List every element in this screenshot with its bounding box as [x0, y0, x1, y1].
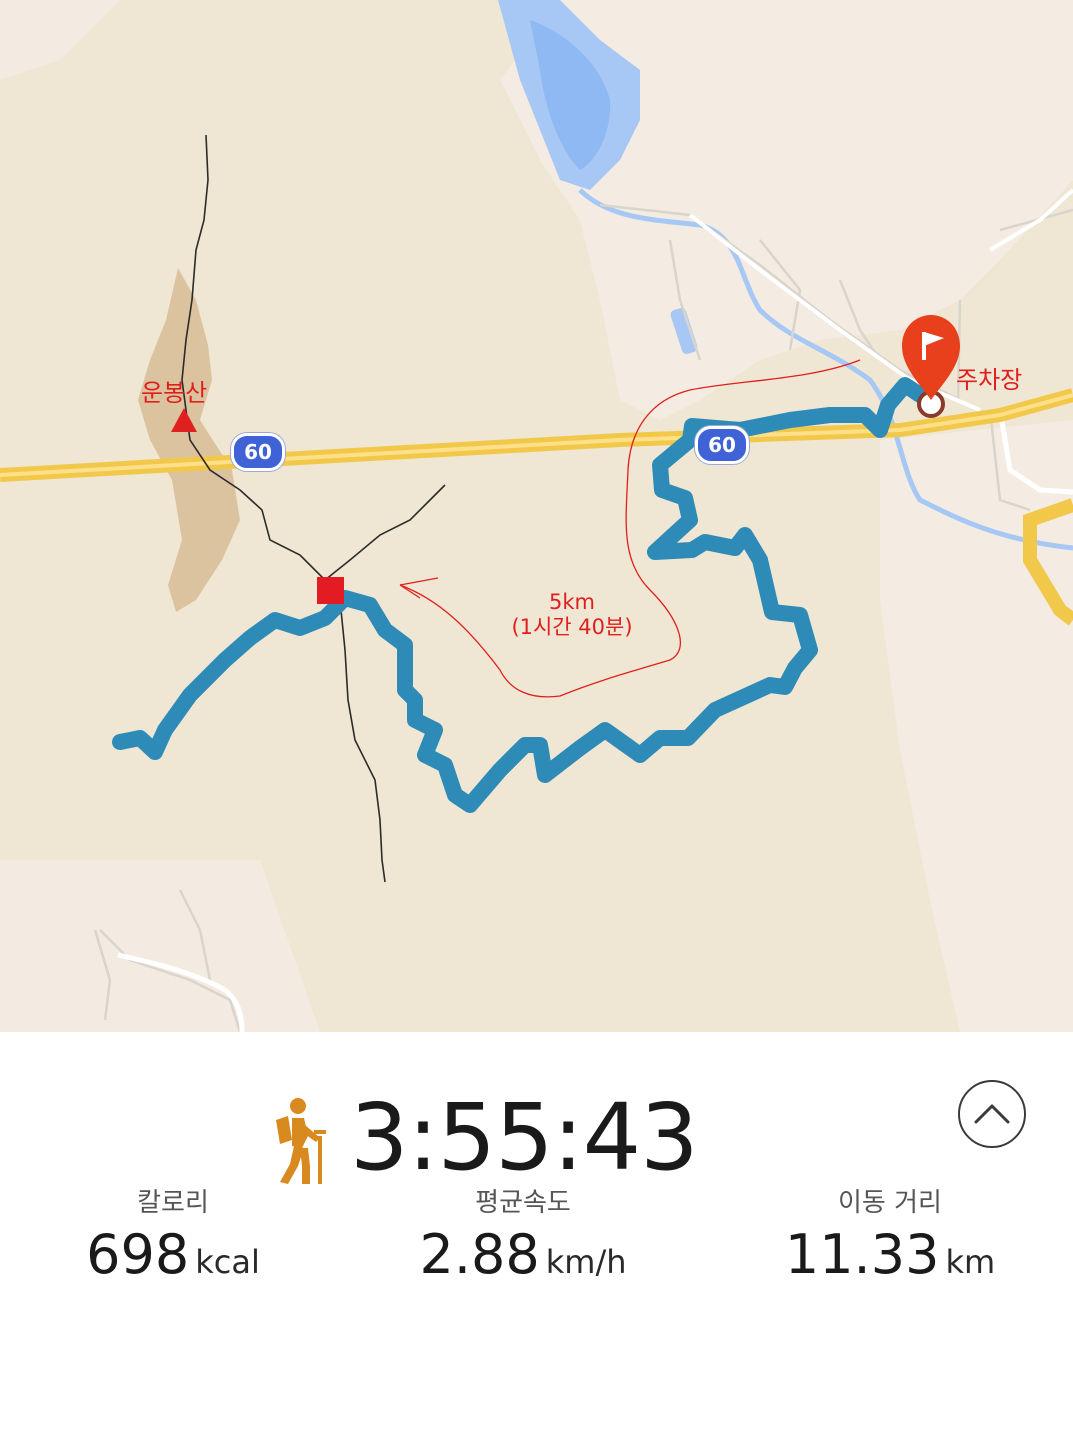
parking-label: 주차장	[956, 366, 1023, 394]
chevron-up-icon	[974, 1104, 1010, 1124]
annotation-lines	[399, 359, 861, 698]
distance-value-row: 11.33 km	[730, 1223, 1050, 1287]
route-map[interactable]: 60 60 운봉산 주차장 5km (1시간 40분)	[0, 0, 1073, 1032]
map-canvas	[0, 0, 1073, 1032]
flag-pin-icon	[902, 315, 960, 418]
avg-speed-value: 2.88	[419, 1223, 540, 1286]
route-duration-text: (1시간 40분)	[511, 615, 633, 639]
distance-label: 이동 거리	[838, 1188, 942, 1218]
calories-value: 698	[86, 1223, 190, 1286]
distance-value: 11.33	[784, 1223, 940, 1286]
workout-summary-screen: 60 60 운봉산 주차장 5km (1시간 40분) 3:55:43 칼로리 …	[0, 0, 1073, 1449]
hiking-icon	[276, 1098, 326, 1184]
avg-speed-stat: 평균속도 2.88 km/h	[363, 1187, 683, 1287]
workout-stats-panel: 3:55:43 칼로리 698 kcal 평균속도 2.88 km/h 이동 거리 …	[0, 1032, 1073, 1449]
calories-unit: kcal	[195, 1243, 260, 1281]
route-distance-text: 5km	[549, 590, 595, 614]
peak-name-label: 운봉산	[141, 379, 208, 407]
route-number-badge: 60	[695, 426, 749, 464]
collapse-button[interactable]	[958, 1080, 1026, 1148]
calories-stat: 칼로리 698 kcal	[13, 1187, 333, 1287]
lowland-area	[0, 860, 320, 1032]
avg-speed-value-row: 2.88 km/h	[363, 1223, 683, 1287]
timer-row: 3:55:43	[0, 1060, 1073, 1188]
elapsed-time: 3:55:43	[350, 1084, 699, 1191]
calories-label: 칼로리	[137, 1188, 209, 1218]
route-distance-annotation: 5km (1시간 40분)	[492, 590, 652, 640]
route-number-badge: 60	[231, 433, 285, 471]
red-square-icon	[317, 577, 344, 604]
distance-stat: 이동 거리 11.33 km	[730, 1187, 1050, 1287]
calories-value-row: 698 kcal	[13, 1223, 333, 1287]
avg-speed-label: 평균속도	[475, 1188, 571, 1218]
avg-speed-unit: km/h	[545, 1243, 627, 1281]
lowland-area	[0, 0, 120, 80]
distance-unit: km	[945, 1243, 996, 1281]
